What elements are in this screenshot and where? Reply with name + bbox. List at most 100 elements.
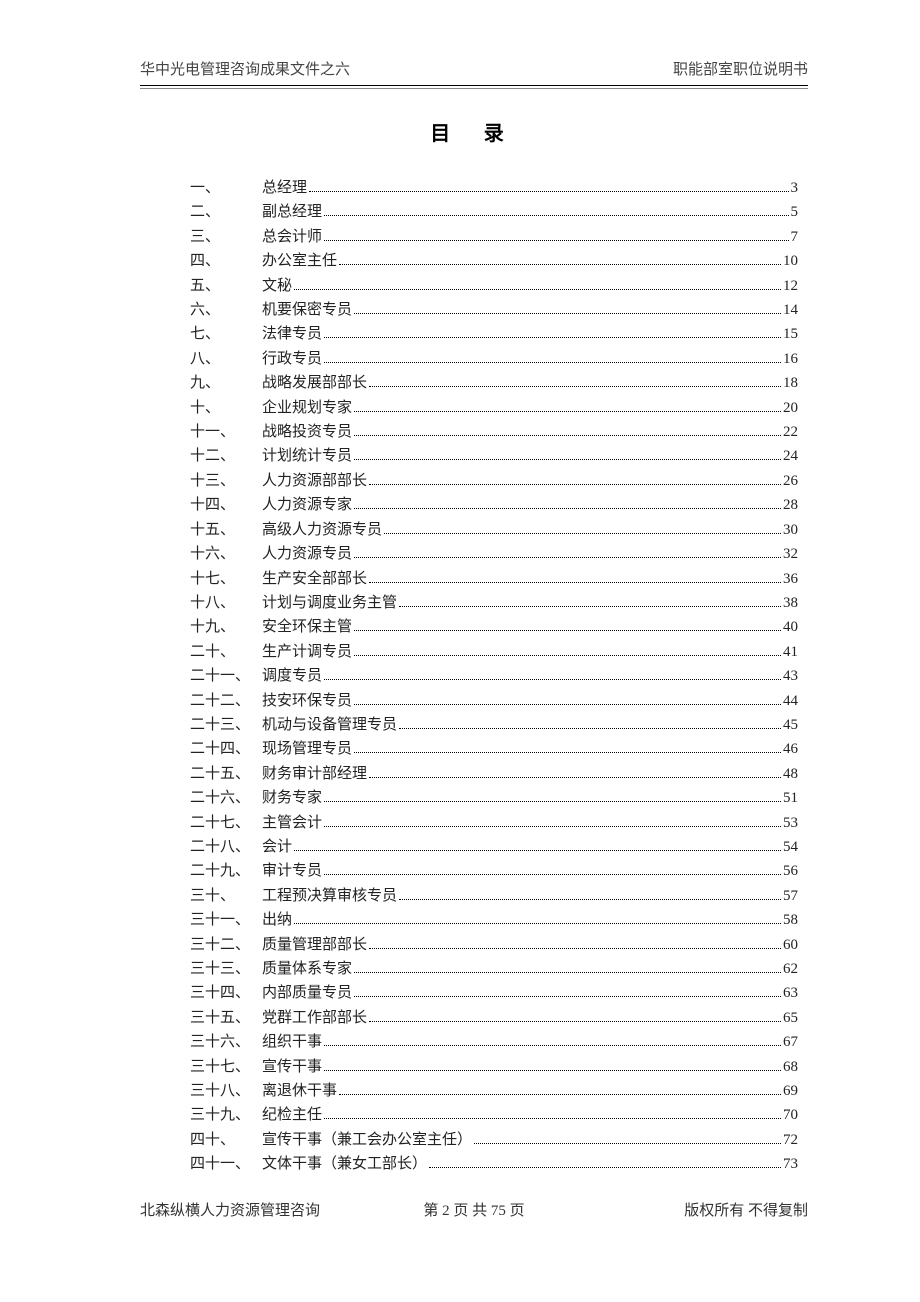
toc-entry-number: 十五、 (190, 518, 262, 542)
toc-leader-dots (354, 972, 781, 973)
toc-entry-page: 72 (783, 1128, 798, 1152)
toc-entry-number: 四十、 (190, 1128, 262, 1152)
toc-entry-number: 一、 (190, 176, 262, 200)
toc-entry-number: 五、 (190, 274, 262, 298)
toc-leader-dots (324, 1118, 781, 1119)
toc-leader-dots (324, 801, 781, 802)
toc-entry: 十五、高级人力资源专员30 (190, 518, 798, 542)
toc-entry-number: 三十五、 (190, 1006, 262, 1030)
toc-leader-dots (324, 362, 781, 363)
toc-title: 目 录 (140, 117, 808, 146)
toc-leader-dots (369, 484, 781, 485)
toc-leader-dots (354, 411, 781, 412)
toc-entry: 二、副总经理5 (190, 200, 798, 224)
toc-leader-dots (369, 948, 781, 949)
toc-entry-number: 十一、 (190, 420, 262, 444)
toc-leader-dots (294, 289, 781, 290)
toc-entry: 二十七、主管会计53 (190, 811, 798, 835)
toc-entry-number: 七、 (190, 322, 262, 346)
toc-entry: 二十三、机动与设备管理专员45 (190, 713, 798, 737)
toc-entry-title: 行政专员 (262, 347, 322, 371)
footer-right: 版权所有 不得复制 (684, 1199, 808, 1220)
toc-entry-number: 四、 (190, 249, 262, 273)
toc-entry-title: 人力资源专家 (262, 493, 352, 517)
toc-leader-dots (324, 874, 781, 875)
toc-entry-page: 40 (783, 615, 798, 639)
toc-entry-number: 二、 (190, 200, 262, 224)
toc-entry-title: 机要保密专员 (262, 298, 352, 322)
toc-entry-number: 十二、 (190, 444, 262, 468)
toc-leader-dots (324, 1070, 781, 1071)
toc-entry-title: 质量管理部部长 (262, 933, 367, 957)
toc-entry-page: 69 (783, 1079, 798, 1103)
toc-leader-dots (324, 1045, 781, 1046)
toc-entry-number: 十四、 (190, 493, 262, 517)
toc-entry: 二十四、现场管理专员46 (190, 737, 798, 761)
toc-entry-page: 38 (783, 591, 798, 615)
toc-entry-title: 财务专家 (262, 786, 322, 810)
toc-entry-number: 三十六、 (190, 1030, 262, 1054)
toc-entry-number: 三十三、 (190, 957, 262, 981)
toc-entry-page: 51 (783, 786, 798, 810)
toc-entry-page: 45 (783, 713, 798, 737)
toc-entry-page: 26 (783, 469, 798, 493)
toc-entry-number: 十三、 (190, 469, 262, 493)
toc-entry: 一、总经理3 (190, 176, 798, 200)
toc-entry: 三十五、党群工作部部长65 (190, 1006, 798, 1030)
toc-entry-number: 十六、 (190, 542, 262, 566)
toc-entry-page: 48 (783, 762, 798, 786)
toc-entry-title: 机动与设备管理专员 (262, 713, 397, 737)
toc-entry-page: 62 (783, 957, 798, 981)
toc-entry-number: 二十五、 (190, 762, 262, 786)
toc-leader-dots (354, 704, 781, 705)
toc-entry-title: 内部质量专员 (262, 981, 352, 1005)
toc-entry-page: 41 (783, 640, 798, 664)
toc-entry-title: 法律专员 (262, 322, 322, 346)
toc-leader-dots (324, 240, 788, 241)
toc-entry-number: 二十八、 (190, 835, 262, 859)
toc-entry-page: 16 (783, 347, 798, 371)
toc-entry-page: 32 (783, 542, 798, 566)
toc-entry-page: 54 (783, 835, 798, 859)
page-footer: 北森纵横人力资源管理咨询 第 2 页 共 75 页 版权所有 不得复制 (140, 1199, 808, 1220)
toc-entry-title: 宣传干事（兼工会办公室主任） (262, 1128, 472, 1152)
toc-entry-number: 三十二、 (190, 933, 262, 957)
toc-entry-number: 二十九、 (190, 859, 262, 883)
toc-leader-dots (354, 557, 781, 558)
header-rule-1 (140, 85, 808, 86)
toc-entry: 三十六、组织干事67 (190, 1030, 798, 1054)
toc-entry-number: 十七、 (190, 567, 262, 591)
toc-entry-page: 5 (791, 200, 799, 224)
toc-entry: 九、战略发展部部长18 (190, 371, 798, 395)
toc-entry-title: 现场管理专员 (262, 737, 352, 761)
toc-entry: 十三、人力资源部部长26 (190, 469, 798, 493)
toc-entry: 十一、战略投资专员22 (190, 420, 798, 444)
toc-entry: 十、企业规划专家20 (190, 396, 798, 420)
toc-leader-dots (399, 606, 781, 607)
toc-leader-dots (324, 679, 781, 680)
toc-leader-dots (474, 1143, 781, 1144)
toc-entry-title: 出纳 (262, 908, 292, 932)
toc-entry-title: 审计专员 (262, 859, 322, 883)
toc-entry-page: 73 (783, 1152, 798, 1176)
toc-entry-number: 二十二、 (190, 689, 262, 713)
toc-leader-dots (369, 777, 781, 778)
toc-entry-title: 宣传干事 (262, 1055, 322, 1079)
toc-entry-title: 高级人力资源专员 (262, 518, 382, 542)
toc-entry-title: 会计 (262, 835, 292, 859)
toc-leader-dots (324, 337, 781, 338)
toc-entry-number: 三十八、 (190, 1079, 262, 1103)
toc-entry-title: 财务审计部经理 (262, 762, 367, 786)
toc-entry: 三十九、纪检主任70 (190, 1103, 798, 1127)
toc-entry: 十八、计划与调度业务主管38 (190, 591, 798, 615)
toc-entry: 二十九、审计专员56 (190, 859, 798, 883)
toc-entry: 三十七、宣传干事68 (190, 1055, 798, 1079)
toc-leader-dots (354, 752, 781, 753)
toc-entry-number: 三十、 (190, 884, 262, 908)
toc-entry-page: 67 (783, 1030, 798, 1054)
toc-entry-number: 六、 (190, 298, 262, 322)
toc-entry: 二十八、会计 54 (190, 835, 798, 859)
toc-entry-number: 十、 (190, 396, 262, 420)
toc-leader-dots (339, 1094, 781, 1095)
toc-entry-number: 三十七、 (190, 1055, 262, 1079)
